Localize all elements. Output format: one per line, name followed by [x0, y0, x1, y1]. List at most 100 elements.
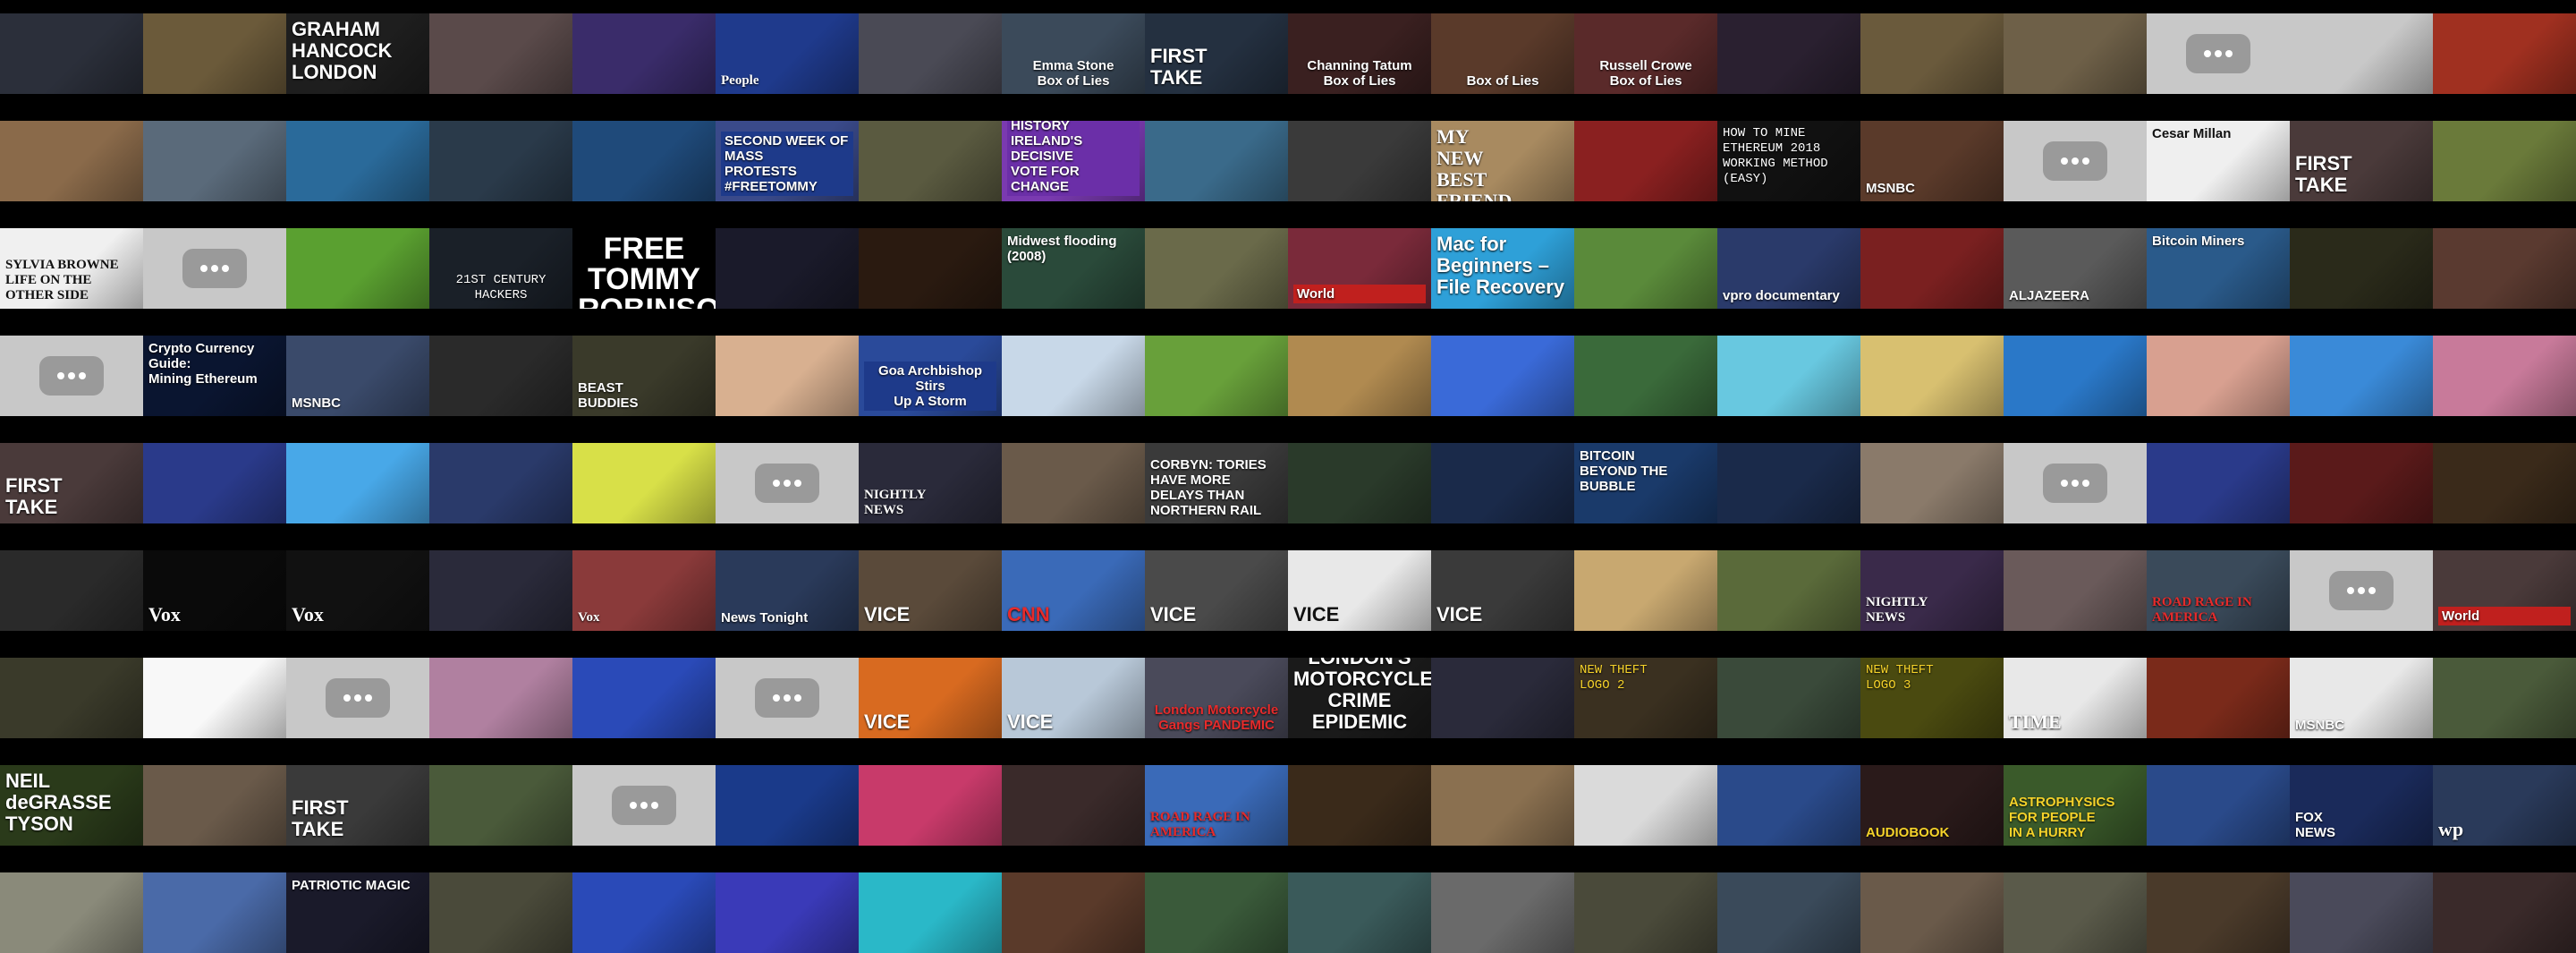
video-thumbnail[interactable]	[143, 872, 286, 953]
video-thumbnail[interactable]	[0, 13, 143, 94]
video-thumbnail[interactable]	[1431, 872, 1574, 953]
video-thumbnail[interactable]: Vox	[286, 550, 429, 631]
video-thumbnail[interactable]	[429, 658, 572, 738]
video-thumbnail[interactable]: FIRST TAKE	[1145, 13, 1288, 94]
video-thumbnail[interactable]: MSNBC	[286, 336, 429, 416]
video-thumbnail[interactable]: AUDIOBOOK	[1860, 765, 2004, 846]
video-thumbnail[interactable]	[1574, 228, 1717, 309]
video-thumbnail[interactable]	[716, 765, 859, 846]
video-thumbnail-placeholder[interactable]	[2004, 121, 2147, 201]
video-thumbnail-placeholder[interactable]	[0, 336, 143, 416]
video-thumbnail[interactable]: ROAD RAGE IN AMERICA	[2147, 550, 2290, 631]
video-thumbnail[interactable]	[286, 228, 429, 309]
video-thumbnail[interactable]	[572, 872, 716, 953]
video-thumbnail[interactable]: NIGHTLY NEWS	[859, 443, 1002, 523]
video-thumbnail[interactable]: World	[2433, 550, 2576, 631]
video-thumbnail[interactable]	[2433, 443, 2576, 523]
video-thumbnail[interactable]	[859, 872, 1002, 953]
video-thumbnail[interactable]	[2290, 336, 2433, 416]
video-thumbnail[interactable]	[1860, 13, 2004, 94]
video-thumbnail[interactable]	[0, 872, 143, 953]
video-thumbnail[interactable]: WE MADE HISTORY IRELAND'S DECISIVE VOTE …	[1002, 121, 1145, 201]
video-thumbnail[interactable]: HOW TO MINE ETHEREUM 2018 WORKING METHOD…	[1717, 121, 1860, 201]
video-thumbnail[interactable]: BEAST BUDDIES	[572, 336, 716, 416]
video-thumbnail[interactable]	[1574, 872, 1717, 953]
video-thumbnail[interactable]	[859, 13, 1002, 94]
video-thumbnail[interactable]: Russell Crowe Box of Lies	[1574, 13, 1717, 94]
video-thumbnail[interactable]	[1431, 443, 1574, 523]
video-thumbnail[interactable]	[0, 550, 143, 631]
video-thumbnail[interactable]: NEW THEFT LOGO 2	[1574, 658, 1717, 738]
video-thumbnail[interactable]: Vox	[143, 550, 286, 631]
video-thumbnail[interactable]	[1860, 872, 2004, 953]
video-thumbnail-placeholder[interactable]	[2290, 550, 2433, 631]
video-thumbnail[interactable]	[2433, 121, 2576, 201]
video-thumbnail[interactable]: Emma Stone Box of Lies	[1002, 13, 1145, 94]
video-thumbnail[interactable]: TIME	[2004, 658, 2147, 738]
video-thumbnail[interactable]: VICE	[1431, 550, 1574, 631]
video-thumbnail[interactable]	[429, 550, 572, 631]
video-thumbnail[interactable]	[2290, 13, 2433, 94]
video-thumbnail[interactable]	[2433, 228, 2576, 309]
video-thumbnail[interactable]	[1717, 443, 1860, 523]
video-thumbnail[interactable]	[1574, 336, 1717, 416]
video-thumbnail[interactable]	[286, 443, 429, 523]
video-thumbnail[interactable]	[2433, 336, 2576, 416]
video-thumbnail[interactable]	[429, 872, 572, 953]
video-thumbnail[interactable]: World	[1288, 228, 1431, 309]
video-thumbnail[interactable]: ROAD RAGE IN AMERICA	[1145, 765, 1288, 846]
video-thumbnail[interactable]	[716, 228, 859, 309]
video-thumbnail[interactable]	[1002, 872, 1145, 953]
video-thumbnail[interactable]	[2433, 872, 2576, 953]
video-thumbnail[interactable]	[143, 765, 286, 846]
video-thumbnail[interactable]: Midwest flooding (2008)	[1002, 228, 1145, 309]
video-thumbnail[interactable]	[1717, 658, 1860, 738]
video-thumbnail[interactable]	[2290, 228, 2433, 309]
video-thumbnail[interactable]	[716, 872, 859, 953]
video-thumbnail[interactable]	[1431, 658, 1574, 738]
video-thumbnail[interactable]: VICE	[859, 550, 1002, 631]
video-thumbnail[interactable]	[143, 121, 286, 201]
video-thumbnail[interactable]: CNN	[1002, 550, 1145, 631]
video-thumbnail[interactable]	[1145, 228, 1288, 309]
video-thumbnail[interactable]	[0, 121, 143, 201]
video-thumbnail[interactable]: SYLVIA BROWNE LIFE ON THE OTHER SIDE	[0, 228, 143, 309]
video-thumbnail[interactable]	[1145, 336, 1288, 416]
video-thumbnail[interactable]: vpro documentary	[1717, 228, 1860, 309]
video-thumbnail[interactable]	[1145, 121, 1288, 201]
video-thumbnail[interactable]: LONDON'S MOTORCYCLE CRIME EPIDEMIC	[1288, 658, 1431, 738]
video-thumbnail[interactable]	[1574, 550, 1717, 631]
video-thumbnail[interactable]: Cesar Millan	[2147, 121, 2290, 201]
video-thumbnail[interactable]	[1288, 121, 1431, 201]
video-thumbnail[interactable]: BITCOIN BEYOND THE BUBBLE	[1574, 443, 1717, 523]
video-thumbnail[interactable]	[1574, 121, 1717, 201]
video-thumbnail[interactable]: MSNBC	[1860, 121, 2004, 201]
video-thumbnail[interactable]	[1002, 336, 1145, 416]
video-thumbnail[interactable]: FIRST TAKE	[286, 765, 429, 846]
video-thumbnail[interactable]	[1431, 765, 1574, 846]
video-thumbnail[interactable]: Vox	[572, 550, 716, 631]
video-thumbnail[interactable]: FREE TOMMY ROBINSON!	[572, 228, 716, 309]
video-thumbnail[interactable]	[2290, 443, 2433, 523]
video-thumbnail[interactable]	[572, 658, 716, 738]
video-thumbnail[interactable]	[859, 228, 1002, 309]
video-thumbnail[interactable]	[716, 336, 859, 416]
video-thumbnail[interactable]	[2147, 336, 2290, 416]
video-thumbnail[interactable]	[143, 13, 286, 94]
video-thumbnail[interactable]	[2004, 872, 2147, 953]
video-thumbnail[interactable]	[572, 121, 716, 201]
video-thumbnail[interactable]	[1717, 13, 1860, 94]
video-thumbnail[interactable]	[1288, 443, 1431, 523]
video-thumbnail[interactable]: VICE	[1288, 550, 1431, 631]
video-thumbnail[interactable]: ASTROPHYSICS FOR PEOPLE IN A HURRY	[2004, 765, 2147, 846]
video-thumbnail[interactable]	[1002, 765, 1145, 846]
video-thumbnail[interactable]: Bitcoin Miners	[2147, 228, 2290, 309]
video-thumbnail[interactable]	[2433, 13, 2576, 94]
video-thumbnail[interactable]: Crypto Currency Guide: Mining Ethereum	[143, 336, 286, 416]
video-thumbnail[interactable]: London Motorcycle Gangs PANDEMIC	[1145, 658, 1288, 738]
video-thumbnail[interactable]	[429, 443, 572, 523]
video-thumbnail[interactable]	[1002, 443, 1145, 523]
video-thumbnail[interactable]: VICE	[859, 658, 1002, 738]
video-thumbnail[interactable]: SECOND WEEK OF MASS PROTESTS #FREETOMMY	[716, 121, 859, 201]
video-thumbnail[interactable]: NEW THEFT LOGO 3	[1860, 658, 2004, 738]
